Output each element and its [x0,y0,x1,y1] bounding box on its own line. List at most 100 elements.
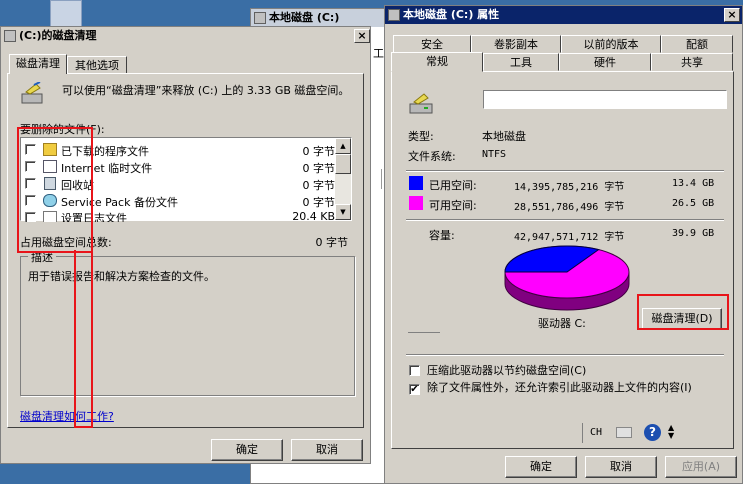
capacity-label: 容量: [429,229,455,242]
log-icon [43,211,57,222]
ok-button[interactable]: 确定 [211,439,283,461]
tab-security[interactable]: 安全 [393,35,471,53]
help-icon[interactable]: ? [644,424,661,441]
total-space-label: 占用磁盘空间总数: [20,236,112,249]
tab-hardware-label: 硬件 [594,56,616,69]
tab-security-label: 安全 [421,38,443,51]
tab-general-label: 常规 [426,55,448,68]
divider-1 [406,170,724,172]
list-item-name: Internet 临时文件 [61,162,153,175]
filesystem-value: NTFS [482,149,507,160]
cancel-button[interactable]: 取消 [585,456,657,478]
divider-2 [406,219,724,221]
capacity-bytes: 42,947,571,712 字节 [514,232,625,243]
disk-cleanup-svg [21,81,43,104]
divider-3 [406,354,724,356]
checkbox-setup-log[interactable] [25,212,36,222]
tab-shadow-copies-label: 卷影副本 [494,38,538,51]
list-scrollbar[interactable]: ▲ ▼ [335,138,351,220]
list-item-size: 0 字节 [302,145,336,158]
list-row-1[interactable]: Internet 临时文件 0 字节 [25,159,335,175]
list-item-name: 回收站 [61,179,94,192]
description-text: 用于错误报告和解决方案检查的文件。 [28,270,215,283]
tab-previous-versions[interactable]: 以前的版本 [561,35,661,53]
close-icon[interactable]: × [724,8,740,22]
free-space-gb: 26.5 GB [672,198,715,209]
scroll-thumb[interactable] [335,154,351,174]
tab-disk-cleanup-label: 磁盘清理 [16,57,60,70]
cleanup-title-bar: (C:)的磁盘清理 × [1,27,370,45]
list-item-size: 20.4 KB [292,210,335,222]
properties-title-bar: 本地磁盘 (C:) 属性 × [385,6,742,24]
cleanup-title: (C:)的磁盘清理 [19,29,97,42]
list-row-0[interactable]: 已下载的程序文件 0 字节 [25,142,335,158]
tab-quota-label: 配额 [686,38,708,51]
close-icon[interactable]: × [354,29,370,43]
compress-label[interactable]: 压缩此驱动器以节约磁盘空间(C) [427,362,586,378]
tab-quota[interactable]: 配额 [661,35,733,53]
how-cleanup-works-link[interactable]: 磁盘清理如何工作? [20,408,114,424]
ok-button[interactable]: 确定 [505,456,577,478]
checkbox-recycle-bin[interactable] [25,178,36,189]
desktop-icon[interactable] [50,0,82,28]
checkbox-internet-temp[interactable] [25,161,36,172]
files-list[interactable]: 已下载的程序文件 0 字节 Internet 临时文件 0 字节 回收站 0 字… [20,137,352,222]
list-row-2[interactable]: 回收站 0 字节 [25,176,335,192]
language-bar: CH ? ▲ ▼ [582,421,682,445]
tab-disk-cleanup[interactable]: 磁盘清理 [9,54,67,74]
drive-svg [409,93,433,114]
folder-icon [43,143,57,156]
list-item-name: Service Pack 备份文件 [61,196,178,209]
disk-cleanup-dialog: (C:)的磁盘清理 × 磁盘清理 其他选项 可以使用“磁盘清理”来释放 (C:)… [0,26,371,464]
type-value: 本地磁盘 [482,130,526,143]
disk-usage-pie-chart [504,245,630,311]
cancel-button[interactable]: 取消 [291,439,363,461]
tab-tools[interactable]: 工具 [483,53,559,71]
used-space-gb: 13.4 GB [672,178,715,189]
keyboard-icon[interactable] [616,427,632,438]
tab-sharing[interactable]: 共享 [651,53,733,71]
free-color-swatch [409,196,423,210]
tab-shadow-copies[interactable]: 卷影副本 [471,35,561,53]
free-space-bytes: 28,551,786,496 字节 [514,202,625,213]
drive-icon [254,12,266,24]
volume-name-input[interactable] [483,90,727,109]
drive-label-underline [408,332,440,333]
tab-hardware[interactable]: 硬件 [559,53,651,71]
used-color-swatch [409,176,423,190]
tab-previous-versions-label: 以前的版本 [583,38,639,51]
list-row-3[interactable]: Service Pack 备份文件 0 字节 [25,193,335,209]
free-space-label: 可用空间: [429,199,477,212]
disk-cleanup-icon [4,30,16,42]
tab-tools-label: 工具 [510,56,532,69]
checkbox-service-pack[interactable] [25,195,36,206]
tab-sharing-label: 共享 [681,56,703,69]
capacity-gb: 39.9 GB [672,228,715,239]
scroll-up-button[interactable]: ▲ [335,138,351,154]
tab-more-options[interactable]: 其他选项 [67,56,127,74]
tab-general[interactable]: 常规 [391,52,483,72]
disk-cleanup-large-icon [20,81,48,106]
cleanup-tab-panel: 可以使用“磁盘清理”来释放 (C:) 上的 3.33 GB 磁盘空间。 要删除的… [7,73,364,428]
filesystem-label: 文件系统: [408,150,456,163]
total-space-value: 0 字节 [315,236,349,249]
compress-checkbox[interactable] [409,365,420,376]
list-item-size: 0 字节 [302,179,336,192]
list-item-size: 0 字节 [302,196,336,209]
properties-title: 本地磁盘 (C:) 属性 [403,8,500,21]
language-bar-sep [582,423,583,443]
list-item-name: 设置日志文件 [61,212,127,222]
index-label[interactable]: 除了文件属性外，还允许索引此驱动器上文件的内容(I) [427,381,717,395]
list-row-4[interactable]: 设置日志文件 20.4 KB [25,210,335,222]
type-label: 类型: [408,130,434,143]
drive-icon [388,9,400,21]
index-checkbox[interactable]: ✔ [409,384,420,395]
checkbox-downloaded-programs[interactable] [25,144,36,155]
description-group-title: 描述 [28,249,56,265]
drive-label: 驱动器 C: [538,317,586,330]
disk-cleanup-button[interactable]: 磁盘清理(D) [642,308,722,330]
language-indicator[interactable]: CH [590,427,602,438]
options-arrow-icon[interactable]: ▲ ▼ [668,424,674,440]
scroll-down-button[interactable]: ▼ [335,204,351,220]
apply-button[interactable]: 应用(A) [665,456,737,478]
